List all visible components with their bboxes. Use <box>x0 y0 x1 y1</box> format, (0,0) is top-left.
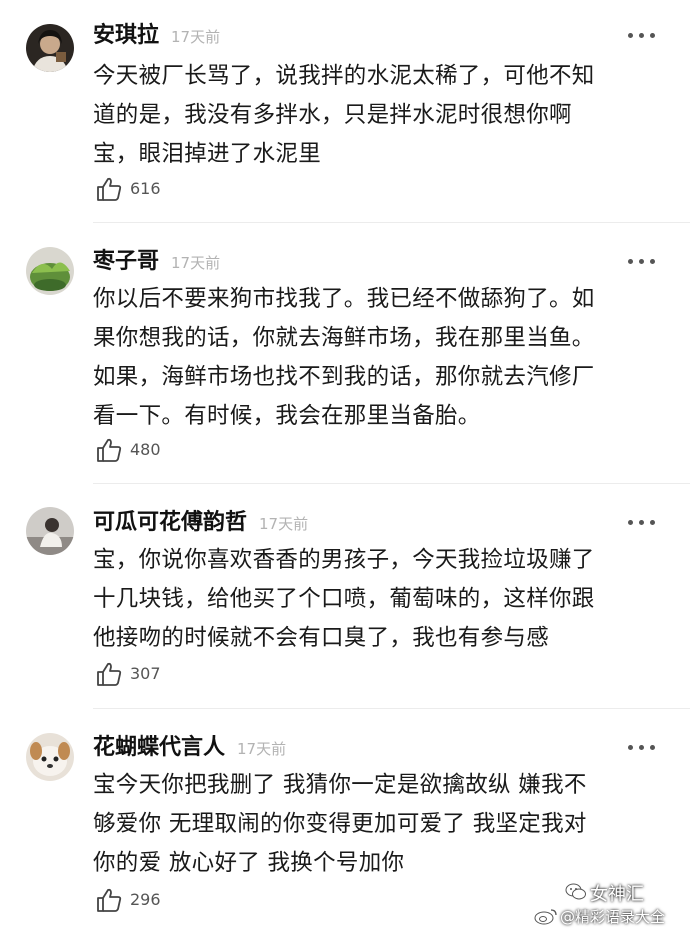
more-options-icon[interactable] <box>628 743 656 751</box>
comment-line: 够爱你 无理取闹的你变得更加可爱了 我坚定我对 <box>93 811 587 837</box>
timestamp: 17天前 <box>237 740 287 758</box>
more-options-icon[interactable] <box>628 31 656 39</box>
author-name[interactable]: 花蝴蝶代言人 17天前 <box>93 734 286 763</box>
watermark-handle: @精彩语录大全 <box>560 908 666 926</box>
timestamp: 17天前 <box>171 28 221 46</box>
comment-line: 今天被厂长骂了，说我拌的水泥太稀了，可他不知 <box>93 63 595 89</box>
author-name-text: 枣子哥 <box>93 249 160 274</box>
avatar[interactable] <box>26 507 74 555</box>
like-count: 296 <box>130 890 161 909</box>
thumbs-up-icon <box>97 888 122 912</box>
author-name[interactable]: 枣子哥 17天前 <box>93 248 220 277</box>
like-count: 480 <box>130 440 161 459</box>
author-name[interactable]: 安琪拉 17天前 <box>93 22 220 51</box>
author-name-text: 安琪拉 <box>93 23 160 48</box>
author-name-text: 花蝴蝶代言人 <box>93 735 226 760</box>
like-count: 307 <box>130 664 161 683</box>
comment-text: 今天被厂长骂了，说我拌的水泥太稀了，可他不知 道的是，我没有多拌水，只是拌水泥时… <box>93 57 668 174</box>
avatar[interactable] <box>26 24 74 72</box>
comment-line: 宝今天你把我删了 我猜你一定是欲擒故纵 嫌我不 <box>93 772 587 798</box>
comment-line: 果你想我的话，你就去海鲜市场，我在那里当鱼。 <box>93 325 595 351</box>
timestamp: 17天前 <box>259 515 309 533</box>
comment-text: 宝，你说你喜欢香香的男孩子，今天我捡垃圾赚了 十几块钱，给他买了个口喷，葡萄味的… <box>93 541 668 658</box>
avatar[interactable] <box>26 733 74 781</box>
more-options-icon[interactable] <box>628 518 656 526</box>
comment-line: 如果，海鲜市场也找不到我的话，那你就去汽修厂 <box>93 364 595 390</box>
comment-line: 你的爱 放心好了 我换个号加你 <box>93 850 405 876</box>
thumbs-up-icon <box>97 662 122 686</box>
comment-text: 宝今天你把我删了 我猜你一定是欲擒故纵 嫌我不 够爱你 无理取闹的你变得更加可爱… <box>93 766 668 883</box>
like-count: 616 <box>130 179 161 198</box>
comment-line: 看一下。有时候，我会在那里当备胎。 <box>93 403 481 429</box>
comment-line: 宝，眼泪掉进了水泥里 <box>93 141 322 167</box>
wechat-logo-icon <box>565 883 586 900</box>
divider <box>93 483 690 484</box>
comment-line: 他接吻的时候就不会有口臭了，我也有参与感 <box>93 625 550 651</box>
comment-line: 你以后不要来狗市找我了。我已经不做舔狗了。如 <box>93 286 595 312</box>
timestamp: 17天前 <box>171 254 221 272</box>
divider <box>93 708 690 709</box>
comment-text: 你以后不要来狗市找我了。我已经不做舔狗了。如 果你想我的话，你就去海鲜市场，我在… <box>93 280 668 436</box>
comment-line: 道的是，我没有多拌水，只是拌水泥时很想你啊 <box>93 102 572 128</box>
watermark: 女神汇 @精彩语录大全 <box>520 880 690 930</box>
author-name-text: 可瓜可花傅韵哲 <box>93 510 248 535</box>
thumbs-up-icon <box>97 438 122 462</box>
comment-line: 宝，你说你喜欢香香的男孩子，今天我捡垃圾赚了 <box>93 547 595 573</box>
author-name[interactable]: 可瓜可花傅韵哲 17天前 <box>93 509 308 538</box>
watermark-brand: 女神汇 <box>590 884 644 905</box>
comment-line: 十几块钱，给他买了个口喷，葡萄味的，这样你跟 <box>93 586 595 612</box>
more-options-icon[interactable] <box>628 257 656 265</box>
avatar[interactable] <box>26 247 74 295</box>
thumbs-up-icon <box>97 177 122 201</box>
divider <box>93 222 690 223</box>
weibo-logo-icon <box>534 909 557 925</box>
